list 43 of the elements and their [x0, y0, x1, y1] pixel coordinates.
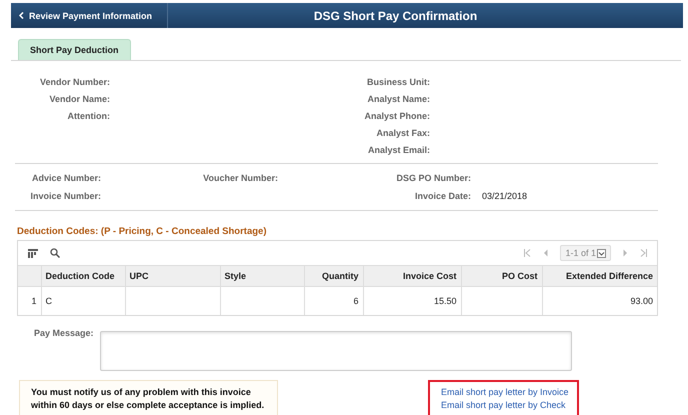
field-label: Vendor Number: — [40, 77, 110, 87]
field-label: Attention: — [68, 111, 110, 121]
column-header: Invoice Cost — [363, 266, 461, 286]
field-label: Advice Number: — [32, 173, 101, 183]
email-link[interactable]: Email short pay letter by Check — [441, 400, 566, 410]
personalize-icon[interactable] — [28, 248, 38, 258]
table-cell: 6 — [304, 286, 363, 315]
previous-page-icon[interactable] — [543, 249, 548, 257]
table-cell: 15.50 — [363, 286, 461, 315]
grid-title: Deduction Codes: (P - Pricing, C - Concealed Shortage) — [17, 226, 268, 237]
field-label: Voucher Number: — [203, 173, 278, 183]
field-label: Analyst Phone: — [364, 111, 430, 121]
tab[interactable]: Short Pay Deduction — [18, 39, 131, 60]
email-link[interactable]: Email short pay letter by Invoice — [441, 387, 569, 397]
column-header: PO Cost — [461, 266, 542, 286]
field-label: Business Unit: — [366, 77, 430, 87]
pay-message-field[interactable] — [100, 331, 572, 371]
field-label: Vendor Name: — [49, 94, 110, 104]
column-header: Quantity — [304, 266, 363, 286]
first-page-icon[interactable] — [524, 249, 532, 257]
page-title: DSG Short Pay Confirmation — [312, 8, 478, 22]
column-header: Deduction Code — [41, 266, 125, 286]
field-label: DSG PO Number: — [396, 173, 471, 183]
field-label: Pay Message: — [34, 328, 94, 340]
dropdown-icon — [597, 248, 606, 258]
back-button[interactable]: Review Payment Information — [11, 3, 168, 28]
field-value: 03/21/2018 — [481, 191, 528, 201]
table-cell: C — [41, 286, 125, 315]
notice-text: You must notify us of any problem with this invoice within 60 days or else complete acceptance is implied. — [19, 380, 278, 415]
table-cell: 93.00 — [542, 286, 657, 315]
field-label: Analyst Name: — [367, 94, 430, 104]
column-header: Extended Difference — [542, 266, 657, 286]
field-label: Invoice Number: — [30, 191, 101, 201]
column-header: Style — [220, 266, 304, 286]
chevron-left-icon — [19, 12, 24, 19]
last-page-icon[interactable] — [640, 249, 647, 257]
field-label: Invoice Date: — [414, 191, 471, 201]
search-icon[interactable] — [50, 248, 60, 258]
field-label: Analyst Email: — [368, 145, 430, 155]
row-number: 1 — [18, 286, 41, 315]
next-page-icon[interactable] — [623, 249, 628, 257]
column-header: UPC — [125, 266, 220, 286]
field-label: Analyst Fax: — [376, 128, 430, 138]
